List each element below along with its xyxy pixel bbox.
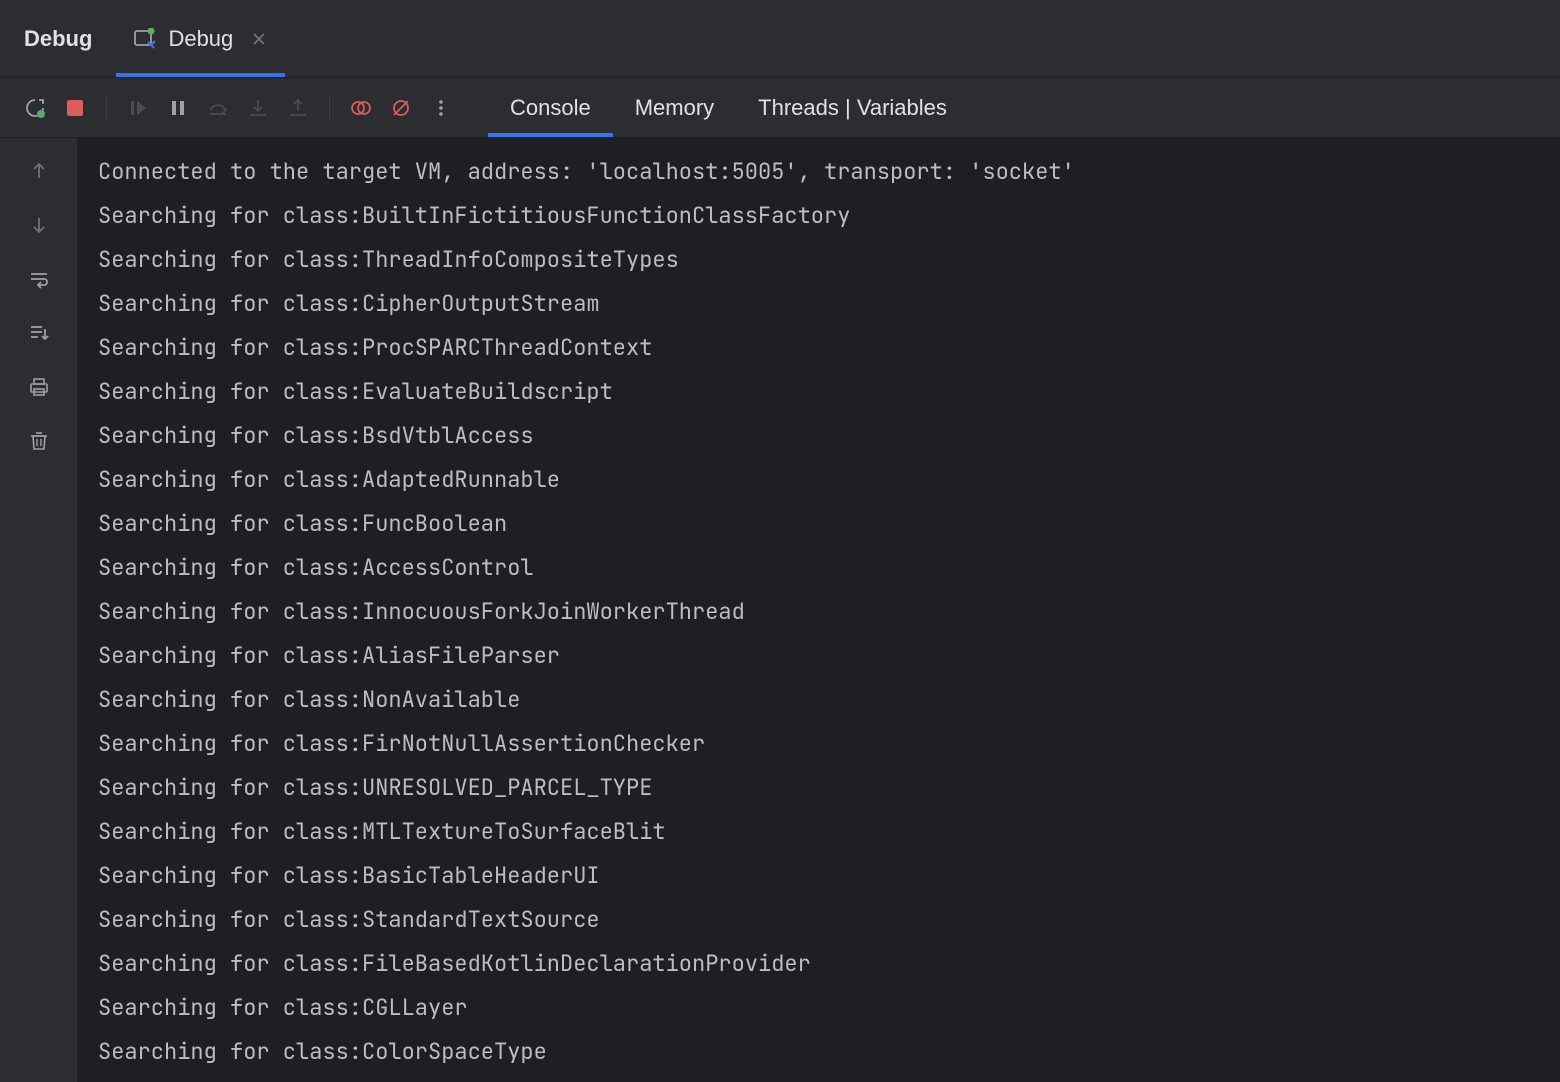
- step-over-button[interactable]: [201, 91, 235, 125]
- debug-config-icon: [134, 28, 156, 50]
- scroll-to-end-button[interactable]: [22, 316, 56, 350]
- debugger-toolbar: Console Memory Threads | Variables: [0, 78, 1560, 138]
- console-line: Searching for class:FuncBoolean: [98, 502, 1540, 546]
- step-out-button[interactable]: [281, 91, 315, 125]
- console-line: Searching for class:FileBasedKotlinDecla…: [98, 942, 1540, 986]
- console-line: Searching for class:BasicTableHeaderUI: [98, 854, 1540, 898]
- scroll-down-button[interactable]: [22, 208, 56, 242]
- tab-threads-variables[interactable]: Threads | Variables: [736, 78, 969, 137]
- tool-window-title: Debug: [0, 0, 116, 77]
- print-button[interactable]: [22, 370, 56, 404]
- scroll-up-button[interactable]: [22, 154, 56, 188]
- sub-tab-bar: Console Memory Threads | Variables: [488, 78, 969, 137]
- console-line: Searching for class:ThreadInfoCompositeT…: [98, 238, 1540, 282]
- tab-console[interactable]: Console: [488, 78, 613, 137]
- console-line: Searching for class:NonAvailable: [98, 678, 1540, 722]
- console-line: Searching for class:AliasFileParser: [98, 634, 1540, 678]
- console-line: Searching for class:UNRESOLVED_PARCEL_TY…: [98, 766, 1540, 810]
- tab-debug[interactable]: Debug: [116, 0, 285, 77]
- top-tab-bar: Debug Debug: [0, 0, 1560, 78]
- resume-button[interactable]: [121, 91, 155, 125]
- rerun-button[interactable]: [18, 91, 52, 125]
- console-line: Searching for class:AccessControl: [98, 546, 1540, 590]
- console-line: Searching for class:InnocuousForkJoinWor…: [98, 590, 1540, 634]
- console-line: Searching for class:BsdVtblAccess: [98, 414, 1540, 458]
- console-output[interactable]: Connected to the target VM, address: 'lo…: [78, 138, 1560, 1082]
- console-line: Searching for class:MTLTextureToSurfaceB…: [98, 810, 1540, 854]
- view-breakpoints-button[interactable]: [344, 91, 378, 125]
- more-actions-button[interactable]: [424, 91, 458, 125]
- separator: [329, 94, 330, 122]
- console-line: Searching for class:ColorSpaceType: [98, 1030, 1540, 1074]
- mute-breakpoints-button[interactable]: [384, 91, 418, 125]
- tab-label: Debug: [168, 26, 233, 52]
- console-line: Searching for class:BuiltInFictitiousFun…: [98, 194, 1540, 238]
- close-icon[interactable]: [251, 31, 267, 47]
- separator: [106, 94, 107, 122]
- console-line: Searching for class:CGLLayer: [98, 986, 1540, 1030]
- console-line: Searching for class:AdaptedRunnable: [98, 458, 1540, 502]
- console-line: Searching for class:StandardTextSource: [98, 898, 1540, 942]
- console-sidebar: [0, 138, 78, 1082]
- console-line: Searching for class:FirNotNullAssertionC…: [98, 722, 1540, 766]
- console-line: Searching for class:CipherOutputStream: [98, 282, 1540, 326]
- tab-memory[interactable]: Memory: [613, 78, 736, 137]
- console-line: Searching for class:EvaluateBuildscript: [98, 370, 1540, 414]
- console-line: Connected to the target VM, address: 'lo…: [98, 150, 1540, 194]
- clear-all-button[interactable]: [22, 424, 56, 458]
- console-line: Searching for class:ProcSPARCThreadConte…: [98, 326, 1540, 370]
- step-into-button[interactable]: [241, 91, 275, 125]
- pause-button[interactable]: [161, 91, 195, 125]
- stop-button[interactable]: [58, 91, 92, 125]
- soft-wrap-button[interactable]: [22, 262, 56, 296]
